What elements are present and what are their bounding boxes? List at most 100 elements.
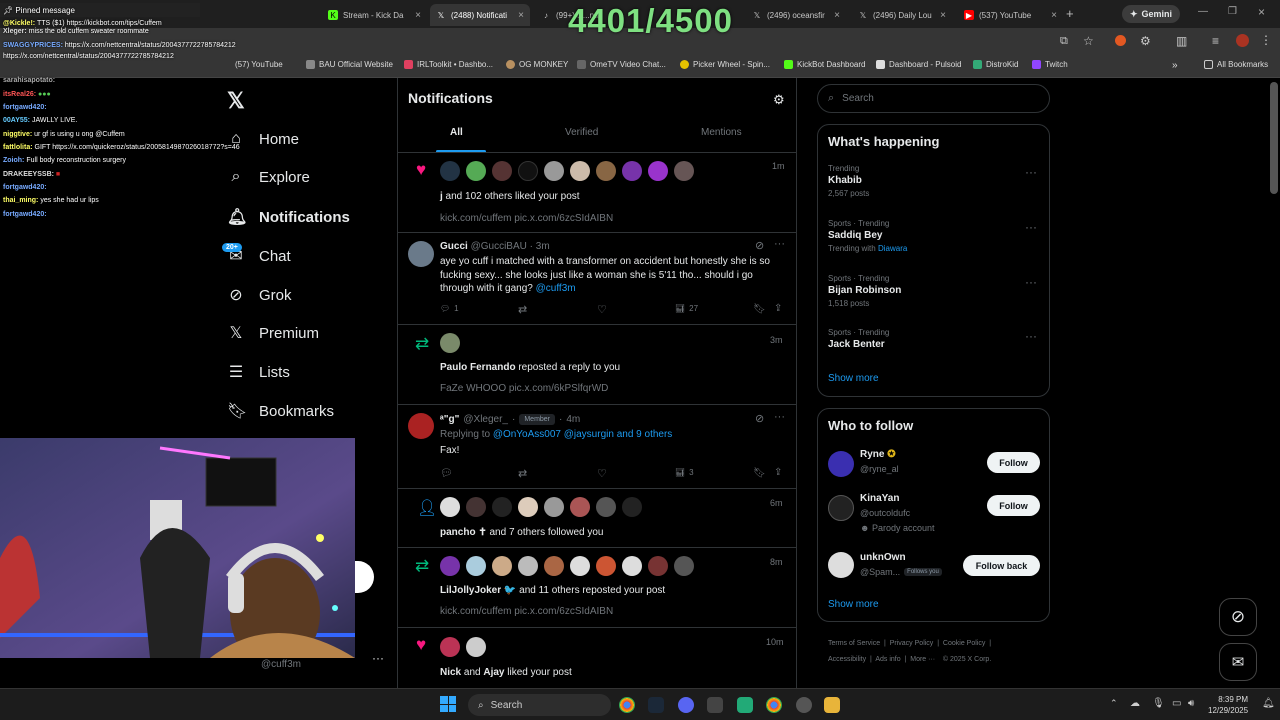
- follow-button[interactable]: Follow: [987, 452, 1040, 473]
- avatar[interactable]: [648, 556, 668, 576]
- notification-reply[interactable]: ᵃ"g" @Xleger_ · Member · 4m ⊘ ··· Replying t…: [398, 405, 796, 489]
- trend-item[interactable]: Sports · Trending Saddiq Bey Trending with…: [828, 219, 1038, 253]
- avatar[interactable]: [622, 161, 642, 181]
- monitor-icon[interactable]: ▭: [1172, 698, 1181, 709]
- nav-explore[interactable]: ⌕ Explore: [227, 168, 310, 186]
- notification-follow[interactable]: 👤︎ 6m pancho ✝ and 7 others followed you: [398, 489, 796, 548]
- avatar[interactable]: [408, 413, 434, 439]
- tab-all[interactable]: All: [450, 127, 463, 138]
- bookmark-youtube[interactable]: (57) YouTube: [235, 60, 283, 69]
- nav-premium[interactable]: 𝕏 Premium: [227, 323, 319, 343]
- mic-icon[interactable]: 🎙︎: [1152, 698, 1165, 709]
- tab-verified[interactable]: Verified: [565, 127, 598, 138]
- x-logo-icon[interactable]: 𝕏: [227, 88, 245, 114]
- folder-icon[interactable]: [824, 697, 840, 713]
- avatar[interactable]: [440, 637, 460, 657]
- avatar[interactable]: [518, 161, 538, 181]
- tab-mentions[interactable]: Mentions: [701, 127, 742, 138]
- close-icon[interactable]: ×: [1051, 10, 1057, 21]
- avatar[interactable]: [1236, 34, 1249, 47]
- avatar[interactable]: [570, 497, 590, 517]
- avatar[interactable]: [570, 161, 590, 181]
- reply-button[interactable]: 💬︎: [440, 468, 453, 479]
- avatar[interactable]: [648, 161, 668, 181]
- avatar[interactable]: [408, 241, 434, 267]
- grok-icon[interactable]: ⊘: [755, 239, 764, 252]
- avatar[interactable]: [596, 161, 616, 181]
- avatar[interactable]: [674, 556, 694, 576]
- follow-user-name[interactable]: unknOwn: [860, 552, 906, 563]
- more-icon[interactable]: ···: [774, 411, 785, 423]
- views-button[interactable]: 📊︎ 3: [675, 468, 694, 477]
- avatar[interactable]: [518, 497, 538, 517]
- new-tab-button[interactable]: +: [1066, 6, 1074, 21]
- follow-back-button[interactable]: Follow back: [963, 555, 1040, 576]
- notification-like[interactable]: ♥ 1m j and 102 others liked your post ki…: [398, 153, 796, 233]
- more-icon[interactable]: ···: [1025, 165, 1037, 179]
- notification-repost[interactable]: ⇄ 8m LilJollyJoker 🐦 and 11 others repos…: [398, 548, 796, 628]
- scrollbar[interactable]: [1270, 82, 1278, 194]
- footer-link[interactable]: Accessibility: [828, 656, 866, 663]
- views-button[interactable]: 📊︎ 27: [675, 304, 698, 313]
- all-bookmarks[interactable]: All Bookmarks: [1204, 60, 1268, 69]
- notification-repost[interactable]: ⇄ 3m Paulo Fernando reposted a reply to …: [398, 325, 796, 405]
- search-input[interactable]: ⌕ Search: [817, 84, 1050, 113]
- avatar[interactable]: [570, 556, 590, 576]
- show-more-link[interactable]: Show more: [828, 599, 879, 610]
- post-preview[interactable]: FaZe WHOOO pic.x.com/6kPSlfqrWD: [440, 383, 608, 394]
- avatar[interactable]: [440, 161, 460, 181]
- avatar[interactable]: [544, 556, 564, 576]
- puzzle-icon[interactable]: ⚙: [1140, 34, 1151, 48]
- avatar[interactable]: [492, 161, 512, 181]
- close-icon[interactable]: ×: [518, 10, 524, 21]
- maximize-icon[interactable]: ❐: [1228, 6, 1237, 17]
- grok-float-button[interactable]: ⊘: [1219, 598, 1257, 636]
- avatar[interactable]: [440, 497, 460, 517]
- messages-float-button[interactable]: ✉: [1219, 643, 1257, 681]
- app-icon[interactable]: [707, 697, 723, 713]
- follow-user-name[interactable]: KinaYan: [860, 493, 899, 504]
- bookmark-pulsoid[interactable]: Dashboard - Pulsoid: [876, 60, 961, 69]
- obs-icon[interactable]: [796, 697, 812, 713]
- volume-icon[interactable]: 🔊︎: [1188, 698, 1194, 709]
- tab-x-notifications[interactable]: 𝕏 (2488) Notificati ×: [430, 4, 530, 26]
- tab-x-oceans[interactable]: 𝕏 (2496) oceansfir ×: [746, 4, 846, 26]
- taskbar-search[interactable]: ⌕ Search: [468, 694, 611, 716]
- bookmark-kickbot[interactable]: KickBot Dashboard: [784, 60, 865, 69]
- bookmark-irltoolkit[interactable]: IRLToolkit • Dashbo...: [404, 60, 493, 69]
- nav-bookmarks[interactable]: 🔖︎ Bookmarks: [227, 401, 334, 421]
- avatar[interactable]: [596, 497, 616, 517]
- tab-kick-stream[interactable]: K Stream - Kick Da ×: [322, 4, 427, 26]
- avatar[interactable]: [466, 556, 486, 576]
- avatar[interactable]: [828, 495, 854, 521]
- avatar[interactable]: [544, 497, 564, 517]
- avatar[interactable]: [440, 333, 460, 353]
- avatar[interactable]: [466, 497, 486, 517]
- reply-button[interactable]: 💬︎ 1: [440, 304, 459, 313]
- share-button[interactable]: ⇪: [774, 467, 782, 478]
- bookmark-pickerwheel[interactable]: Picker Wheel - Spin...: [680, 60, 770, 69]
- notification-like[interactable]: ♥ 10m Nick and Ajay liked your post: [398, 628, 796, 688]
- bookmark-twitch[interactable]: Twitch: [1032, 60, 1068, 69]
- footer-link[interactable]: Privacy Policy: [890, 640, 934, 647]
- footer-link[interactable]: Terms of Service: [828, 640, 880, 647]
- window-close-icon[interactable]: ×: [1258, 5, 1265, 19]
- clock[interactable]: 8:39 PM 12/29/2025: [1208, 694, 1248, 716]
- repost-button[interactable]: ⇄: [518, 303, 527, 316]
- bookmark-distrokid[interactable]: DistroKid: [973, 60, 1018, 69]
- more-icon[interactable]: ···: [774, 238, 785, 250]
- star-icon[interactable]: ☆: [1083, 34, 1094, 48]
- settings-gear-icon[interactable]: ⚙: [773, 92, 785, 108]
- more-icon[interactable]: ···: [372, 651, 384, 665]
- chevron-right-icon[interactable]: »: [1172, 60, 1178, 71]
- avatar[interactable]: [466, 161, 486, 181]
- nav-grok[interactable]: ⊘ Grok: [227, 285, 291, 305]
- tab-x-daily[interactable]: 𝕏 (2496) Daily Lou ×: [852, 4, 952, 26]
- show-more-link[interactable]: Show more: [828, 373, 879, 384]
- tab-youtube[interactable]: ▶ (537) YouTube ×: [958, 4, 1063, 26]
- avatar[interactable]: [828, 552, 854, 578]
- media-icon[interactable]: ≡: [1212, 34, 1219, 48]
- avatar[interactable]: [466, 637, 486, 657]
- more-icon[interactable]: ···: [1025, 329, 1037, 343]
- install-icon[interactable]: ⧉: [1060, 35, 1068, 48]
